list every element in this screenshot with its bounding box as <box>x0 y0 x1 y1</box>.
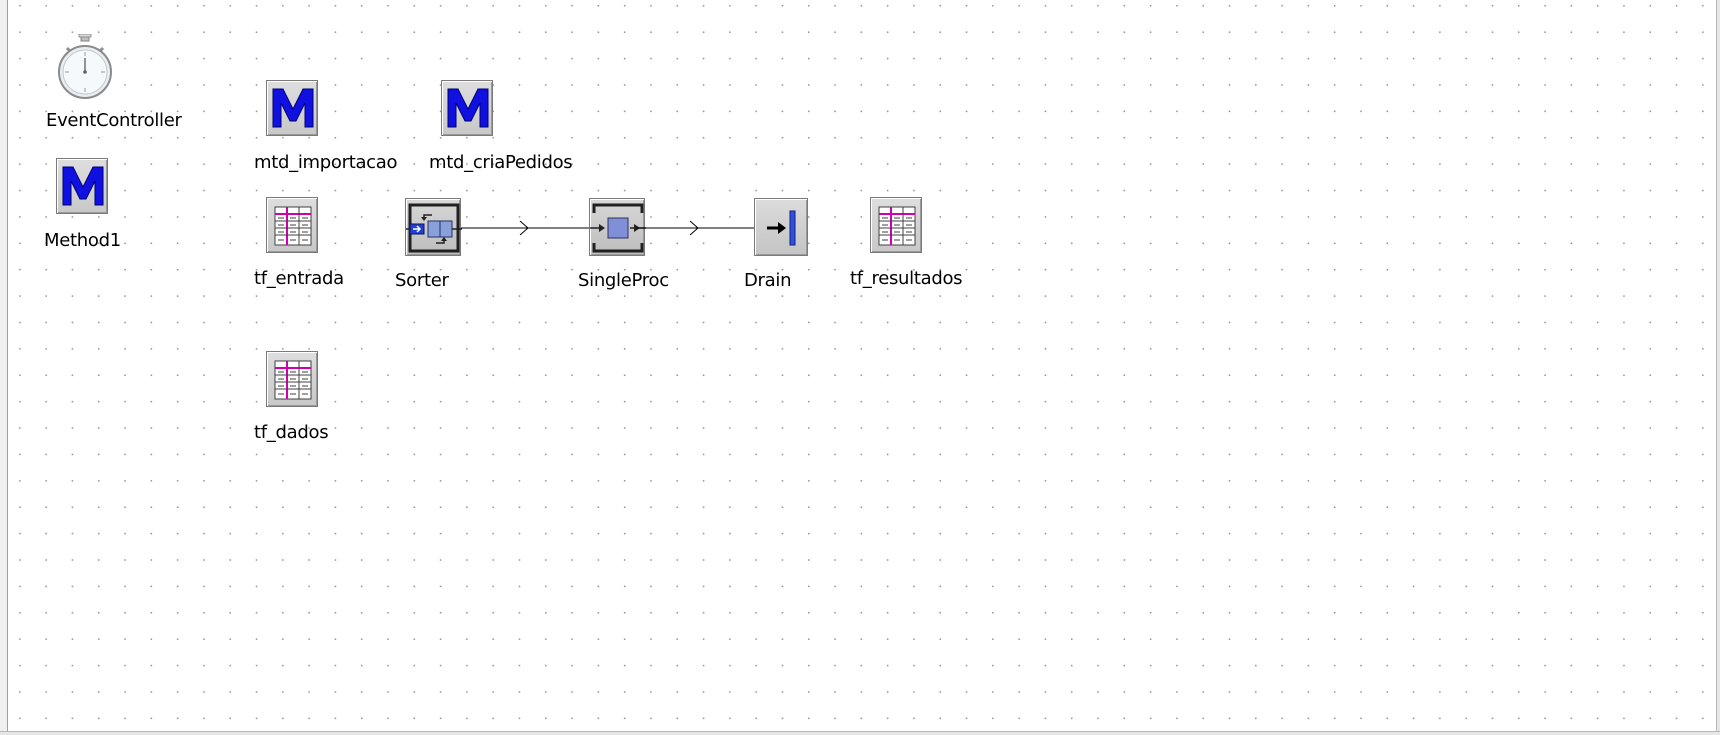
tf-resultados-object[interactable]: tf_resultados <box>850 197 980 293</box>
frame-left-border <box>0 0 8 735</box>
sorter-object[interactable]: Sorter <box>395 198 475 294</box>
method-icon-box <box>266 80 318 136</box>
frame-right-border <box>1716 0 1720 735</box>
table-icon-box <box>266 197 318 253</box>
sorter-label: Sorter <box>395 270 449 291</box>
table-file-icon <box>274 360 312 400</box>
model-frame: EventController Method1 mtd_importacao m… <box>0 0 1720 735</box>
method1-object[interactable]: Method1 <box>40 158 140 254</box>
table-file-icon <box>274 206 312 246</box>
frame-bottom-border <box>0 731 1720 735</box>
drain-label: Drain <box>744 270 792 291</box>
method-icon-box <box>441 80 493 136</box>
table-file-icon <box>878 206 916 246</box>
drain-icon <box>767 210 796 246</box>
table-icon-box <box>870 197 922 253</box>
method-icon <box>447 88 489 128</box>
tf-entrada-object[interactable]: tf_entrada <box>254 197 374 293</box>
drain-icon-box <box>754 198 808 256</box>
sorter-icon-box <box>405 198 462 256</box>
method-icon <box>272 88 314 128</box>
singleproc-object[interactable]: SingleProc <box>569 198 679 294</box>
model-canvas[interactable]: EventController Method1 mtd_importacao m… <box>9 0 1715 730</box>
tf-dados-label: tf_dados <box>254 422 329 443</box>
mtd-importacao-label: mtd_importacao <box>254 152 398 173</box>
event-controller-label: EventController <box>46 110 182 131</box>
method-icon <box>62 166 104 206</box>
tf-resultados-label: tf_resultados <box>850 268 963 289</box>
method1-label: Method1 <box>44 230 121 251</box>
sorter-icon <box>406 203 462 253</box>
drain-object[interactable]: Drain <box>744 198 824 294</box>
singleproc-label: SingleProc <box>578 270 669 291</box>
event-controller-object[interactable]: EventController <box>45 32 195 132</box>
table-icon-box <box>266 351 318 407</box>
mtd-criapedidos-label: mtd_criaPedidos <box>429 152 573 173</box>
mtd-criapedidos-object[interactable]: mtd_criaPedidos <box>429 80 599 176</box>
stopwatch-icon <box>58 34 112 99</box>
mtd-importacao-object[interactable]: mtd_importacao <box>254 80 424 176</box>
tf-dados-object[interactable]: tf_dados <box>254 351 374 447</box>
method-icon-box <box>56 158 108 214</box>
tf-entrada-label: tf_entrada <box>254 268 344 289</box>
